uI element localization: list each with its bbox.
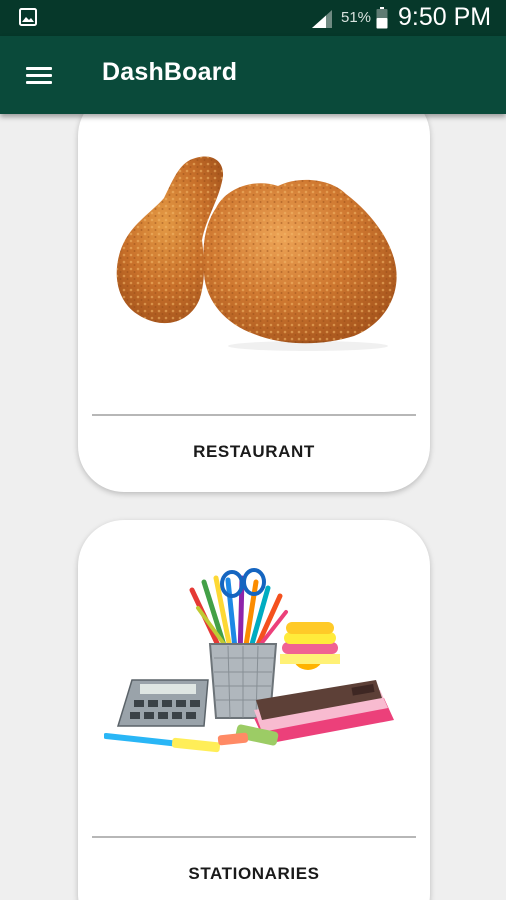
status-bar: 51% 9:50 PM bbox=[0, 0, 506, 36]
restaurant-label: RESTAURANT bbox=[193, 442, 315, 461]
app-bar: DashBoard bbox=[0, 36, 506, 114]
stationaries-label: STATIONARIES bbox=[188, 864, 320, 883]
stationery-supplies-image bbox=[104, 568, 394, 753]
battery-percentage: 51% bbox=[341, 9, 372, 26]
page-title: DashBoard bbox=[102, 58, 238, 86]
fried-chicken-image bbox=[116, 156, 397, 351]
restaurant-card[interactable]: RESTAURANT bbox=[78, 90, 430, 492]
dashboard-screen: 51% 9:50 PM RESTAURANT STATIONARIES Dash… bbox=[0, 0, 506, 900]
hamburger-menu-icon[interactable] bbox=[20, 58, 58, 92]
gallery-icon bbox=[19, 8, 37, 26]
battery-icon bbox=[376, 7, 388, 29]
signal-icon bbox=[312, 10, 332, 28]
card-divider bbox=[92, 836, 416, 838]
clock: 9:50 PM bbox=[398, 3, 492, 31]
stationaries-card[interactable]: STATIONARIES bbox=[78, 520, 430, 900]
card-divider bbox=[92, 414, 416, 416]
